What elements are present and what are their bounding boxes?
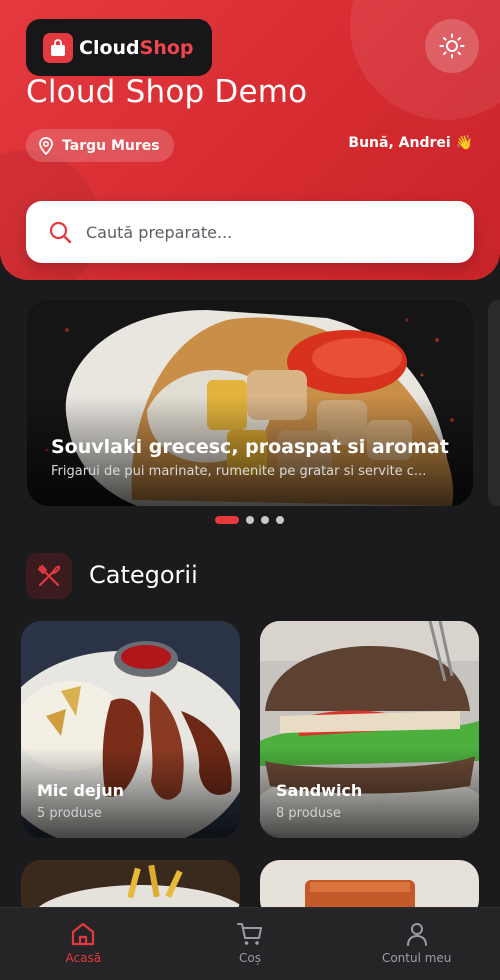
- banner-title: Souvlaki grecesc, proaspat si aromat: [51, 436, 449, 458]
- header: CloudShop Cloud Shop Demo Targu Mures Bu…: [0, 0, 500, 280]
- carousel-dot[interactable]: [276, 516, 284, 524]
- header-decoration-circle: [350, 0, 500, 120]
- next-banner-peek[interactable]: [488, 300, 500, 506]
- nav-cart-label: Coș: [239, 951, 261, 965]
- category-name: Sandwich: [276, 781, 363, 800]
- location-chip[interactable]: Targu Mures: [26, 129, 174, 162]
- category-card-sandwich[interactable]: Sandwich 8 produse: [260, 621, 479, 838]
- category-count: 8 produse: [276, 806, 341, 821]
- nav-cart[interactable]: Coș: [167, 908, 334, 980]
- featured-banner[interactable]: Souvlaki grecesc, proaspat si aromat Fri…: [27, 300, 473, 506]
- bottom-navigation: Acasă Coș Contul meu: [0, 907, 500, 980]
- nav-account-label: Contul meu: [381, 951, 452, 965]
- carousel-dot[interactable]: [261, 516, 269, 524]
- category-card-breakfast[interactable]: Mic dejun 5 produse: [21, 621, 240, 838]
- nav-account[interactable]: Contul meu: [333, 908, 500, 980]
- greeting-text: Bună, Andrei 👋: [348, 135, 473, 151]
- category-name: Mic dejun: [37, 781, 125, 800]
- nav-home[interactable]: Acasă: [0, 908, 167, 980]
- search-input[interactable]: Caută preparate...: [26, 201, 474, 263]
- home-icon: [72, 922, 95, 946]
- location-label: Targu Mures: [62, 137, 160, 154]
- carousel-dot-active[interactable]: [215, 516, 239, 524]
- sun-icon: [439, 33, 465, 59]
- categories-heading: Categorii: [89, 561, 198, 589]
- brand-logo[interactable]: CloudShop: [26, 19, 212, 76]
- carousel-indicator: [215, 516, 284, 524]
- page-title: Cloud Shop Demo: [26, 74, 308, 110]
- brand-name: CloudShop: [79, 36, 194, 59]
- user-icon: [406, 923, 427, 946]
- banner-subtitle: Frigarui de pui marinate, rumenite pe gr…: [51, 464, 427, 479]
- search-icon: [49, 221, 72, 244]
- category-count: 5 produse: [37, 806, 102, 821]
- nav-home-label: Acasă: [65, 951, 102, 965]
- map-pin-icon: [39, 136, 53, 155]
- theme-toggle-button[interactable]: [425, 19, 479, 73]
- carousel-dot[interactable]: [246, 516, 254, 524]
- cart-icon: [237, 923, 262, 945]
- search-placeholder: Caută preparate...: [86, 222, 233, 242]
- utensils-crossed-icon: [26, 553, 72, 599]
- shopping-bag-icon: [43, 32, 73, 63]
